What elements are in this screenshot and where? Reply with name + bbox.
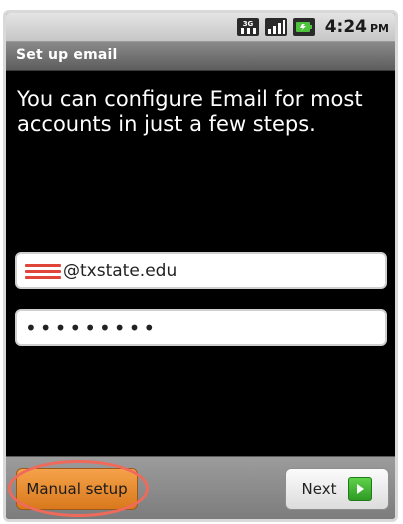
bottom-button-bar: Manual setup Next <box>6 456 395 519</box>
manual-setup-button[interactable]: Manual setup <box>16 468 138 510</box>
page-title: Set up email <box>16 47 118 63</box>
next-button[interactable]: Next <box>285 468 389 510</box>
email-field[interactable]: @txstate.edu <box>15 252 387 289</box>
redacted-username-mark <box>25 262 61 280</box>
clock-time: 4:24 <box>324 17 367 37</box>
email-value: @txstate.edu <box>63 260 178 281</box>
password-value: ••••••••• <box>25 315 159 340</box>
email-value-wrapper: @txstate.edu <box>25 261 177 281</box>
title-bar: Set up email <box>6 42 395 71</box>
screenshot-frame: 3G 4:24 PM Set up email You can configur… <box>0 0 403 524</box>
clock: 4:24 PM <box>325 17 389 37</box>
network-3g-icon: 3G <box>236 18 259 36</box>
status-bar: 3G 4:24 PM <box>6 13 395 42</box>
battery-icon <box>292 18 315 36</box>
password-field[interactable]: ••••••••• <box>15 309 387 346</box>
clock-ampm: PM <box>369 22 389 35</box>
next-button-label: Next <box>301 480 337 498</box>
intro-text: You can configure Email for most account… <box>17 87 363 136</box>
next-arrow-icon <box>348 477 373 501</box>
network-badge-label: 3G <box>242 20 253 28</box>
phone-screen: 3G 4:24 PM Set up email You can configur… <box>3 10 398 522</box>
signal-icon <box>264 18 287 36</box>
status-icons: 3G 4:24 PM <box>236 15 389 39</box>
